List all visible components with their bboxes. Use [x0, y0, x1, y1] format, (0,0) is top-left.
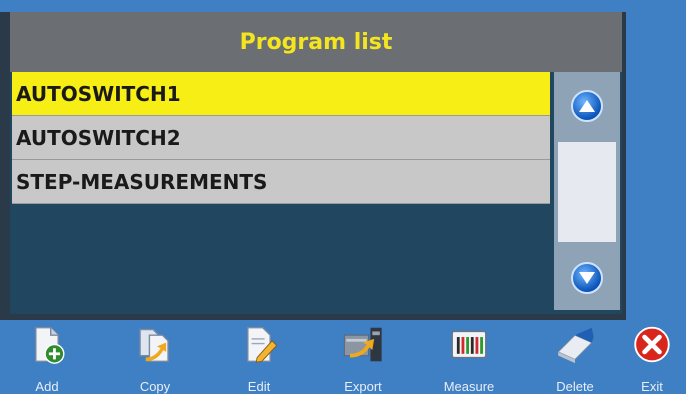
measure-button-label: Measure — [443, 379, 495, 394]
copy-document-icon — [139, 328, 169, 362]
measure-button[interactable]: Measure — [434, 320, 504, 394]
list-item-autoswitch2[interactable]: AUTOSWITCH2 — [12, 116, 550, 160]
add-button[interactable]: Add — [12, 320, 82, 394]
add-button-label: Add — [35, 379, 59, 394]
list-panel: AUTOSWITCH1 AUTOSWITCH2 STEP-MEASUREMENT… — [10, 72, 622, 314]
export-button-label: Export — [344, 379, 382, 394]
export-icon — [343, 327, 382, 362]
arrow-up-circle-icon — [579, 100, 595, 112]
scroll-track[interactable] — [558, 142, 616, 242]
scroll-down-button[interactable] — [571, 262, 603, 294]
list-item-label: AUTOSWITCH2 — [16, 125, 181, 150]
arrow-down-circle-icon — [579, 272, 595, 284]
edit-document-icon — [247, 327, 278, 363]
export-button[interactable]: Export — [328, 320, 398, 394]
list-item-step-measurements[interactable]: STEP-MEASUREMENTS — [12, 160, 550, 204]
bottom-toolbar: Add Copy Edit Export Measure Delete Exit — [10, 320, 686, 394]
program-listbox: AUTOSWITCH1 AUTOSWITCH2 STEP-MEASUREMENT… — [12, 72, 550, 310]
edit-button-label: Edit — [247, 379, 271, 394]
edit-button[interactable]: Edit — [224, 320, 294, 394]
copy-button[interactable]: Copy — [120, 320, 190, 394]
exit-icon — [634, 326, 670, 363]
measure-icon — [451, 330, 487, 359]
dialog-title-bar: Program list — [10, 12, 622, 72]
scroll-up-button[interactable] — [571, 90, 603, 122]
exit-button[interactable]: Exit — [622, 320, 682, 394]
scrollbar[interactable] — [554, 72, 620, 310]
exit-button-label: Exit — [641, 379, 663, 394]
eraser-icon — [557, 327, 594, 364]
list-item-autoswitch1[interactable]: AUTOSWITCH1 — [12, 72, 550, 116]
delete-button[interactable]: Delete — [540, 320, 610, 394]
delete-button-label: Delete — [556, 379, 594, 394]
add-document-icon — [35, 327, 65, 364]
list-item-label: STEP-MEASUREMENTS — [16, 169, 268, 194]
copy-button-label: Copy — [139, 379, 171, 394]
program-list-dialog: Program list AUTOSWITCH1 AUTOSWITCH2 STE… — [0, 12, 626, 320]
list-item-label: AUTOSWITCH1 — [16, 81, 181, 106]
dialog-title: Program list — [239, 29, 393, 55]
